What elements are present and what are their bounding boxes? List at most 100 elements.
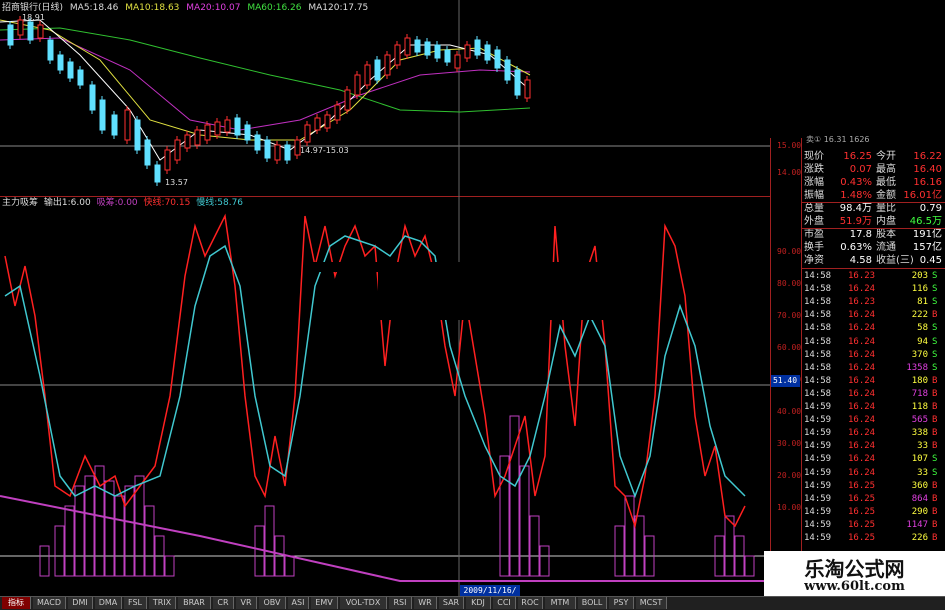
trade-volume: 94	[917, 336, 928, 347]
candle-body	[374, 59, 381, 81]
trade-row: 14:58 16.24 1358 S	[802, 362, 945, 375]
trade-price: 16.24	[848, 323, 876, 334]
trade-price: 16.24	[848, 428, 876, 439]
xichou-bar	[54, 525, 65, 577]
indicator-tab[interactable]: DMI	[68, 597, 93, 609]
quote-value: 0.43%	[840, 177, 872, 188]
indicator-tab[interactable]: BOLL	[578, 597, 607, 609]
quote-value: 16.01亿	[903, 190, 942, 201]
quote-separator	[802, 201, 945, 203]
quote-label: 换手	[804, 242, 824, 253]
quote-label: 内盘	[876, 216, 896, 227]
slow-line	[4, 235, 746, 499]
candle-body	[144, 139, 151, 166]
trade-price: 16.25	[848, 533, 876, 543]
indicator-tab[interactable]: ASI	[288, 597, 309, 609]
redacted-area	[378, 262, 604, 320]
candle-body	[224, 119, 231, 133]
quote-row: 外盘 51.9万 内盘 46.5万	[802, 215, 945, 228]
indicator-tab[interactable]: TRIX	[149, 597, 176, 609]
candle-body	[27, 21, 34, 41]
candle-body	[444, 49, 451, 63]
indicator-tab[interactable]: BRAR	[178, 597, 211, 609]
price-chart[interactable]	[0, 0, 770, 196]
quote-label: 总量	[804, 203, 824, 214]
quote-label: 涨幅	[804, 177, 824, 188]
watermark-title: 乐淘公式网	[804, 557, 905, 581]
indicator-tab[interactable]: 指标	[2, 597, 31, 609]
indicator-tab[interactable]: CR	[213, 597, 234, 609]
trade-time: 14:59	[804, 402, 832, 412]
indicator-tab[interactable]: RSI	[389, 597, 412, 609]
candle-body	[214, 121, 221, 136]
trade-time: 14:58	[804, 336, 832, 347]
candle-body	[99, 99, 106, 131]
indicator-tab[interactable]: VR	[236, 597, 257, 609]
indicator-axis-label: 90.00	[777, 247, 802, 256]
indicator-tab[interactable]: DMA	[95, 597, 122, 609]
candle-body	[524, 79, 531, 99]
indicator-tab[interactable]: VOL-TDX	[340, 597, 387, 609]
indicator-tab[interactable]: CCI	[493, 597, 516, 609]
indicator-tab[interactable]: MCST	[636, 597, 667, 609]
watermark-logo: 乐淘公式网 www.60lt.com	[764, 551, 945, 596]
trade-price: 16.24	[848, 441, 876, 452]
quote-label: 市盈	[804, 229, 824, 240]
trade-volume: 118	[911, 402, 928, 412]
indicator-tab[interactable]: OBV	[259, 597, 286, 609]
xichou-bar	[114, 495, 125, 577]
indicator-tab[interactable]: MACD	[33, 597, 66, 609]
trade-volume: 360	[911, 480, 928, 491]
quote-label: 量比	[876, 203, 896, 214]
trade-volume: 33	[917, 467, 928, 478]
quote-label: 外盘	[804, 216, 824, 227]
trade-side: B	[932, 428, 938, 439]
axis-border	[770, 138, 771, 596]
trade-price: 16.24	[848, 467, 876, 478]
indicator-tab[interactable]: FSL	[124, 597, 147, 609]
trade-side: B	[932, 415, 938, 426]
trade-row: 14:58 16.24 116 S	[802, 283, 945, 296]
candle-body	[504, 59, 511, 81]
trade-time: 14:59	[804, 480, 832, 491]
candle-body	[304, 124, 311, 143]
indicator-tab[interactable]: SAR	[439, 597, 464, 609]
trade-price: 16.23	[848, 297, 876, 308]
indicator-tab[interactable]: PSY	[609, 597, 634, 609]
quote-label: 股本	[876, 229, 896, 240]
xichou-bar	[744, 555, 755, 577]
candle-body	[204, 124, 211, 141]
xichou-label: 吸筹:0.00	[96, 198, 138, 208]
quote-value: 157亿	[912, 242, 942, 253]
trade-row: 14:59 16.24 118 B	[802, 401, 945, 414]
xichou-bar	[74, 485, 85, 577]
trade-side: B	[932, 493, 938, 504]
trade-row: 14:59 16.24 565 B	[802, 414, 945, 427]
indicator-tab[interactable]: WR	[414, 597, 437, 609]
quote-value: 191亿	[912, 229, 942, 240]
trade-volume: 290	[911, 506, 928, 517]
quote-value: 4.58	[849, 255, 872, 266]
trade-volume: 226	[911, 533, 928, 543]
indicator-axis-label: 30.00	[777, 439, 802, 448]
indicator-tab[interactable]: KDJ	[466, 597, 491, 609]
trade-volume: 107	[911, 454, 928, 465]
trade-price: 16.25	[848, 506, 876, 517]
indicator-chart[interactable]	[0, 196, 770, 596]
indicator-tab[interactable]: ROC	[518, 597, 543, 609]
quote-value: 98.4万	[839, 203, 872, 214]
trade-price: 16.25	[848, 493, 876, 504]
redacted-area	[308, 262, 378, 272]
indicator-tab[interactable]: EMV	[311, 597, 338, 609]
trade-time: 14:59	[804, 441, 832, 452]
candle-body	[254, 134, 261, 151]
trade-side: S	[932, 336, 938, 347]
candle-body	[384, 54, 391, 76]
quote-label: 现价	[804, 151, 824, 162]
indicator-tab[interactable]: MTM	[545, 597, 576, 609]
trade-side: B	[932, 388, 938, 399]
trade-row: 14:59 16.24 107 S	[802, 453, 945, 466]
cursor-value-badge: 51.40	[770, 375, 800, 387]
trade-row: 14:58 16.24 718 B	[802, 388, 945, 401]
candle-body	[474, 39, 481, 56]
